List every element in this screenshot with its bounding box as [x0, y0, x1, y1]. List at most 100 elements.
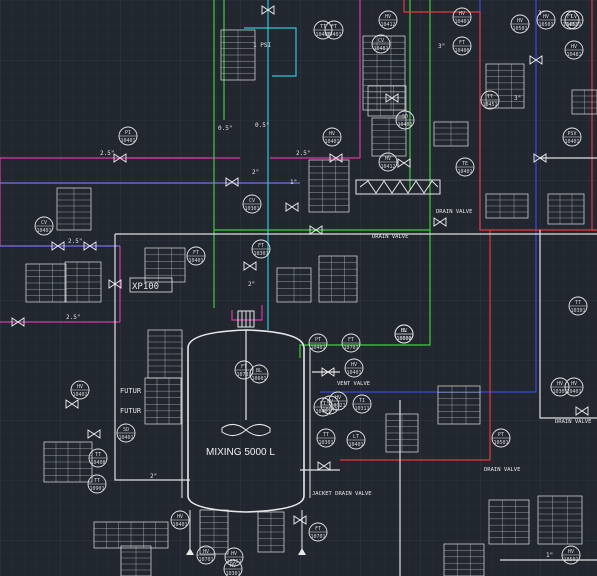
instrument-number: 10301 [570, 308, 585, 314]
drain-valve-label-3: DRAIN VALVE [555, 419, 591, 425]
instrument-tag: TI [359, 398, 365, 404]
instrument-bubble[interactable]: TE 10401 [455, 157, 475, 177]
instrument-bubble[interactable]: FT 10401 [324, 20, 344, 40]
instrument-number: 10412 [380, 22, 395, 28]
instrument-bubble[interactable]: TT 10301 [568, 296, 588, 316]
instrument-bubble[interactable]: PI 10401 [118, 126, 138, 146]
instrument-bubble[interactable]: BL 10601 [249, 364, 269, 384]
instrument-bubble[interactable]: CV 10301 [242, 194, 262, 214]
instrument-tag: FT [331, 24, 337, 30]
instrument-bubble[interactable]: TT 10901 [87, 474, 107, 494]
instrument-bubble[interactable]: LT 10401 [346, 430, 366, 450]
instrument-number: 10401 [326, 32, 341, 38]
instrument-number: 10501 [493, 440, 508, 446]
instrument-tag: BL [401, 328, 407, 334]
instrument-bubble[interactable]: PT 10501 [491, 428, 511, 448]
instrument-bubble[interactable]: HV 10501 [510, 14, 530, 34]
instrument-bubble[interactable]: FT 10401 [560, 10, 580, 30]
instrument-number: 10301 [552, 389, 567, 395]
instrument-number: 10401 [172, 522, 187, 528]
instrument-number: 10412 [380, 164, 395, 170]
instrument-tag: PI [125, 130, 131, 136]
instrument-number: 10401 [457, 169, 472, 175]
instrument-number: 10408 [90, 460, 105, 466]
instrument-bubble[interactable]: HV 10401 [344, 358, 364, 378]
instrument-bubble[interactable]: HV 10401 [70, 380, 90, 400]
instrument-number: 10401 [72, 392, 87, 398]
instrument-bubble[interactable]: HV 10401 [170, 510, 190, 530]
instrument-bubble[interactable]: HV 10401 [452, 7, 472, 27]
pipe-size-label: 1" [290, 179, 297, 186]
instrument-number: 10451 [482, 102, 497, 108]
instrument-bubble[interactable]: FT 10401 [186, 246, 206, 266]
instrument-tag: TT [94, 478, 100, 484]
instrument-bubble[interactable]: SD 10401 [395, 110, 415, 130]
instrument-number: 10401 [188, 258, 203, 264]
instrument-number: 10401 [562, 22, 577, 28]
instrument-bubble[interactable]: BL 10602 [394, 324, 414, 344]
pipe-size-label: 2" [248, 281, 255, 288]
instrument-tag: HV [517, 18, 523, 24]
instrument-bubble[interactable]: FT 10301 [251, 239, 271, 259]
instrument-tag: FT [320, 401, 326, 407]
instrument-bubble[interactable]: CV 10481 [371, 34, 391, 54]
instrument-bubble[interactable]: PT 10401 [308, 333, 328, 353]
instrument-number: 10601 [251, 376, 266, 382]
instrument-number: 10602 [396, 336, 411, 342]
instrument-number: 10481 [373, 46, 388, 52]
instrument-tag: PT [315, 337, 321, 343]
instrument-number: 10401 [348, 442, 363, 448]
instrument-tag: TT [487, 94, 493, 100]
future-label-1: FUTUR [120, 387, 142, 395]
instrument-bubble[interactable]: FT 10461 [313, 397, 333, 417]
instrument-number: 10301 [244, 206, 259, 212]
instrument-tag: CV [378, 38, 384, 44]
instrument-tag: HV [557, 381, 563, 387]
instrument-number: 10301 [225, 571, 240, 576]
instrument-bubble[interactable]: FT 10701 [341, 333, 361, 353]
instrument-tag: TT [323, 432, 329, 438]
instrument-bubble[interactable]: TT 10301 [316, 428, 336, 448]
instrument-number: 10400 [454, 48, 469, 54]
instrument-number: 10401 [36, 228, 51, 234]
instrument-tag: FT [459, 40, 465, 46]
instrument-tag: SD [123, 427, 129, 433]
instrument-bubble[interactable]: FT 10400 [452, 36, 472, 56]
instrument-bubble[interactable]: CV 10401 [34, 216, 54, 236]
vessel-label: MIXING 5000 L [206, 447, 275, 458]
instrument-number: 10481 [566, 52, 581, 58]
instrument-number: 10501 [563, 557, 578, 563]
drain-valve-label-4: DRAIN VALVE [484, 467, 520, 473]
instrument-tag: HV [231, 551, 237, 557]
pipe-size-label: 2.5" [66, 314, 80, 321]
fps-label: 1 PSI [253, 42, 271, 49]
pipe-size-label: 3" [538, 10, 545, 17]
pipe-size-label: 0.5" [255, 122, 269, 129]
instrument-bubble[interactable]: SD 10401 [116, 423, 136, 443]
instrument-tag: HV [571, 381, 577, 387]
instrument-bubble[interactable]: HV 10412 [378, 10, 398, 30]
instrument-bubble[interactable]: HV 10501 [561, 545, 581, 565]
jacket-drain-valve-label: JACKET DRAIN VALVE [312, 491, 372, 497]
instrument-tag: HV [571, 44, 577, 50]
instrument-number: 10311 [354, 406, 369, 412]
pipe-size-label: 2.5" [68, 238, 82, 245]
instrument-bubble[interactable]: HV 10301 [550, 377, 570, 397]
instrument-number: 10501 [512, 26, 527, 32]
instrument-tag: SD [402, 114, 408, 120]
drain-valve-label-2: DRAIN VALVE [436, 209, 472, 215]
instrument-bubble[interactable]: TT 10451 [480, 90, 500, 110]
instrument-bubble[interactable]: HV 10481 [564, 40, 584, 60]
instrument-bubble[interactable]: PSV 10401 [562, 127, 582, 147]
instrument-tag: HV [568, 549, 574, 555]
instrument-number: 10361 [226, 559, 241, 565]
instrument-bubble[interactable]: TI 10311 [352, 394, 372, 414]
instrument-tag: HV [329, 131, 335, 137]
instrument-bubble[interactable]: FT 10701 [308, 522, 328, 542]
instrument-bubble[interactable]: HV 10401 [322, 127, 342, 147]
instrument-tag: HV [351, 362, 357, 368]
pipe-size-label: 3" [514, 95, 521, 102]
instrument-number: 10461 [315, 409, 330, 415]
instrument-number: 10401 [310, 345, 325, 351]
instrument-number: 10401 [454, 19, 469, 25]
